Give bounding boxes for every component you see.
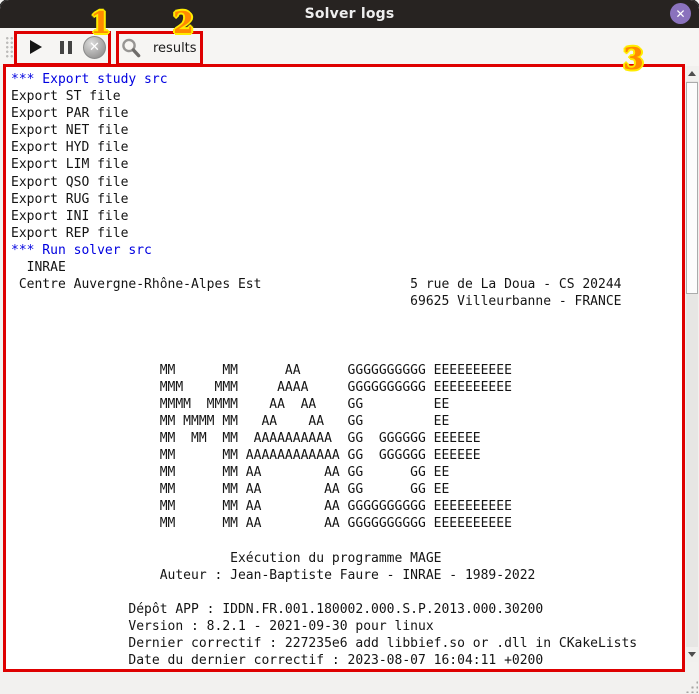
- annotation-box-3: [3, 64, 685, 672]
- resize-grip[interactable]: [684, 679, 698, 693]
- log-scrollbar[interactable]: [686, 66, 698, 662]
- scrollbar-thumb[interactable]: [686, 82, 698, 294]
- close-button[interactable]: ✕: [670, 3, 691, 24]
- scroll-down-button[interactable]: [686, 647, 698, 662]
- toolbar-drag-handle-icon[interactable]: [5, 36, 14, 59]
- arrow-down-icon: [688, 652, 696, 657]
- arrow-up-icon: [688, 71, 696, 76]
- solver-logs-window: Solver logs ✕ ✕ results *** Export study…: [0, 0, 699, 694]
- annotation-number-1: 1: [90, 9, 111, 39]
- scroll-up-button[interactable]: [686, 66, 698, 81]
- window-title: Solver logs: [305, 6, 395, 22]
- close-icon: ✕: [675, 8, 685, 20]
- annotation-number-2: 2: [173, 9, 194, 39]
- annotation-number-3: 3: [623, 45, 644, 75]
